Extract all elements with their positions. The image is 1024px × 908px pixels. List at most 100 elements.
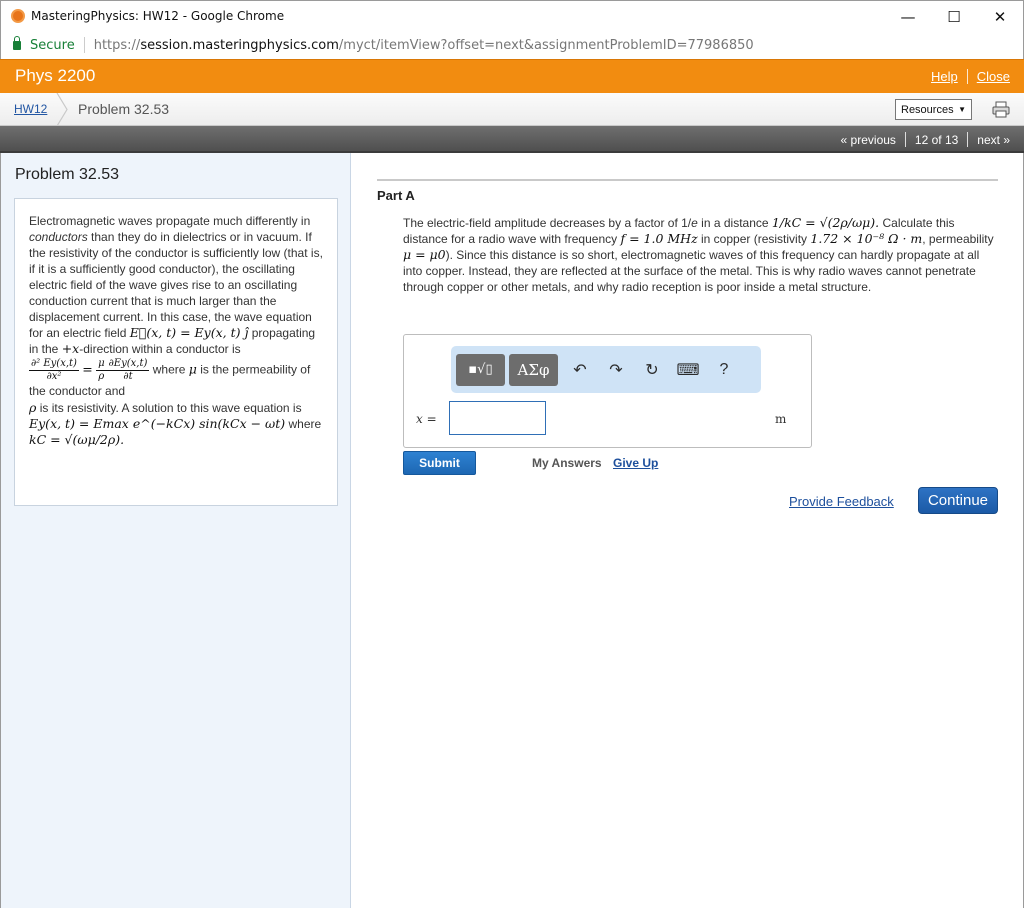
part-label: Part A	[377, 188, 415, 203]
maximize-button[interactable]: ☐	[931, 1, 977, 32]
mastering-logo-icon	[11, 9, 25, 23]
undo-button[interactable]: ↶	[562, 354, 598, 386]
next-link[interactable]: next »	[977, 133, 1010, 147]
equation-fraction: μρ	[96, 358, 107, 383]
problem-title: Problem 32.53	[15, 166, 120, 183]
equation-permeability: μ = μ0	[403, 247, 446, 262]
url-protocol: https://	[93, 37, 141, 53]
problem-statement: Electromagnetic waves propagate much dif…	[14, 198, 338, 506]
part-divider	[377, 179, 998, 181]
course-header: Phys 2200 Help Close	[0, 59, 1024, 93]
keyboard-icon: ⌨	[676, 361, 700, 379]
answer-box: ▪√▯ ΑΣφ ↶ ↷ ↻ ⌨ ? x = m	[403, 334, 812, 448]
give-up-link[interactable]: Give Up	[613, 456, 658, 470]
fraction-numerator: ∂Ey(x,t)	[106, 358, 150, 371]
help-link[interactable]: Help	[931, 69, 958, 84]
question-segment: in copper (resistivity	[701, 232, 808, 246]
answer-variable-label: x =	[416, 412, 437, 426]
window-titlebar: MasteringPhysics: HW12 - Google Chrome —…	[0, 0, 1024, 31]
close-window-button[interactable]: ✕	[977, 1, 1023, 32]
templates-icon: ▪√▯	[468, 362, 493, 377]
resources-dropdown[interactable]: Resources ▼	[895, 99, 972, 120]
problem-panel: Problem 32.53 Electromagnetic waves prop…	[0, 153, 351, 908]
window-title: MasteringPhysics: HW12 - Google Chrome	[31, 9, 285, 23]
problem-text: than they do in dielectrics or in vacuum…	[29, 230, 323, 340]
problem-pagination: « previous 12 of 13 next »	[841, 132, 1010, 147]
question-segment: The electric-field amplitude decreases b…	[403, 216, 692, 230]
minimize-button[interactable]: —	[885, 1, 931, 32]
part-content: Part A The electric-field amplitude decr…	[352, 153, 1024, 908]
continue-button[interactable]: Continue	[918, 487, 998, 514]
link-separator	[966, 69, 968, 84]
window-controls: — ☐ ✕	[885, 1, 1023, 32]
equation-kc: kC = √(ωμ/2ρ).	[29, 432, 125, 447]
greek-symbols-button[interactable]: ΑΣφ	[509, 353, 558, 386]
url-path: /myct/itemView?offset=next&assignmentPro…	[338, 37, 754, 53]
fraction-denominator: ∂t	[123, 371, 133, 382]
provide-feedback-link[interactable]: Provide Feedback	[789, 494, 894, 509]
address-bar[interactable]: Secure https:// session.masteringphysics…	[0, 31, 1024, 59]
fraction-numerator: μ	[96, 358, 107, 371]
secure-label: Secure	[30, 37, 75, 53]
equation-distance: 1/kC = √(2ρ/ωμ).	[771, 215, 880, 230]
url-host: session.masteringphysics.com	[140, 37, 339, 53]
reset-icon: ↻	[645, 361, 659, 379]
fraction-denominator: ρ	[98, 371, 105, 382]
answer-unit: m	[775, 412, 787, 426]
course-links: Help Close	[931, 69, 1010, 84]
problem-text-emphasis: conductors	[29, 230, 88, 244]
equation-direction: +x	[61, 341, 80, 356]
problem-text: where	[152, 362, 186, 377]
equals-sign: =	[82, 361, 93, 377]
equation-rho: ρ	[29, 400, 37, 415]
answer-input[interactable]	[449, 401, 546, 435]
wave-equation: ∂² Ey(x,t) ∂x² = μ ρ ∂Ey(x,t) ∂t where μ is …	[29, 358, 323, 399]
breadcrumb-assignment-link[interactable]: HW12	[14, 102, 47, 116]
redo-button[interactable]: ↷	[598, 354, 634, 386]
fraction-denominator: ∂x²	[46, 371, 62, 382]
fraction-numerator: ∂² Ey(x,t)	[29, 358, 79, 371]
problem-text: -direction within a conductor is	[79, 342, 241, 356]
reset-button[interactable]: ↻	[634, 354, 670, 386]
equation-frequency: f = 1.0 MHz	[620, 231, 698, 246]
question-segment: in a distance	[701, 216, 769, 230]
my-answers-label: My Answers	[532, 456, 602, 470]
undo-icon: ↶	[573, 361, 587, 379]
resources-label: Resources	[901, 103, 954, 116]
lock-icon	[13, 35, 21, 50]
help-button[interactable]: ?	[706, 354, 742, 386]
previous-link[interactable]: « previous	[841, 133, 896, 147]
print-icon[interactable]	[992, 101, 1010, 118]
templates-button[interactable]: ▪√▯	[456, 353, 505, 386]
question-text: The electric-field amplitude decreases b…	[403, 215, 1001, 295]
equation-mu: μ	[188, 361, 197, 377]
redo-icon: ↷	[609, 361, 623, 379]
equation-resistivity: 1.72 × 10⁻⁸ Ω · m	[810, 231, 923, 246]
nav-separator	[967, 132, 969, 147]
question-segment: ). Since this distance is so short, elec…	[403, 248, 980, 294]
problem-text: where	[288, 417, 322, 431]
course-title: Phys 2200	[15, 66, 96, 85]
problem-text: is its resistivity. A solution to this w…	[39, 401, 302, 415]
equation-fraction: ∂Ey(x,t) ∂t	[106, 358, 150, 383]
nav-separator	[904, 132, 906, 147]
keyboard-button[interactable]: ⌨	[670, 354, 706, 386]
math-toolbar: ▪√▯ ΑΣφ ↶ ↷ ↻ ⌨ ?	[451, 346, 761, 393]
breadcrumb-current: Problem 32.53	[78, 101, 170, 117]
question-segment: e	[691, 216, 698, 230]
equation-solution: Ey(x, t) = Emax e^(−kCx) sin(kCx − ωt)	[29, 416, 286, 431]
equation-electric-field: E⃗(x, t) = Ey(x, t) ĵ	[129, 325, 249, 340]
problem-position: 12 of 13	[914, 132, 959, 147]
breadcrumb: HW12 Problem 32.53 Resources ▼	[0, 93, 1024, 126]
greek-symbols-label: ΑΣφ	[517, 360, 550, 379]
help-icon: ?	[719, 360, 729, 378]
close-link[interactable]: Close	[977, 69, 1010, 84]
submit-button[interactable]: Submit	[403, 451, 476, 475]
problem-text: Electromagnetic waves propagate much dif…	[29, 214, 311, 228]
breadcrumb-chevron-icon	[56, 93, 68, 126]
address-separator	[83, 37, 85, 53]
problem-nav-bar: « previous 12 of 13 next »	[0, 126, 1024, 153]
equation-fraction: ∂² Ey(x,t) ∂x²	[29, 358, 79, 383]
chevron-down-icon: ▼	[958, 105, 966, 114]
question-segment: , permeability	[922, 232, 994, 246]
